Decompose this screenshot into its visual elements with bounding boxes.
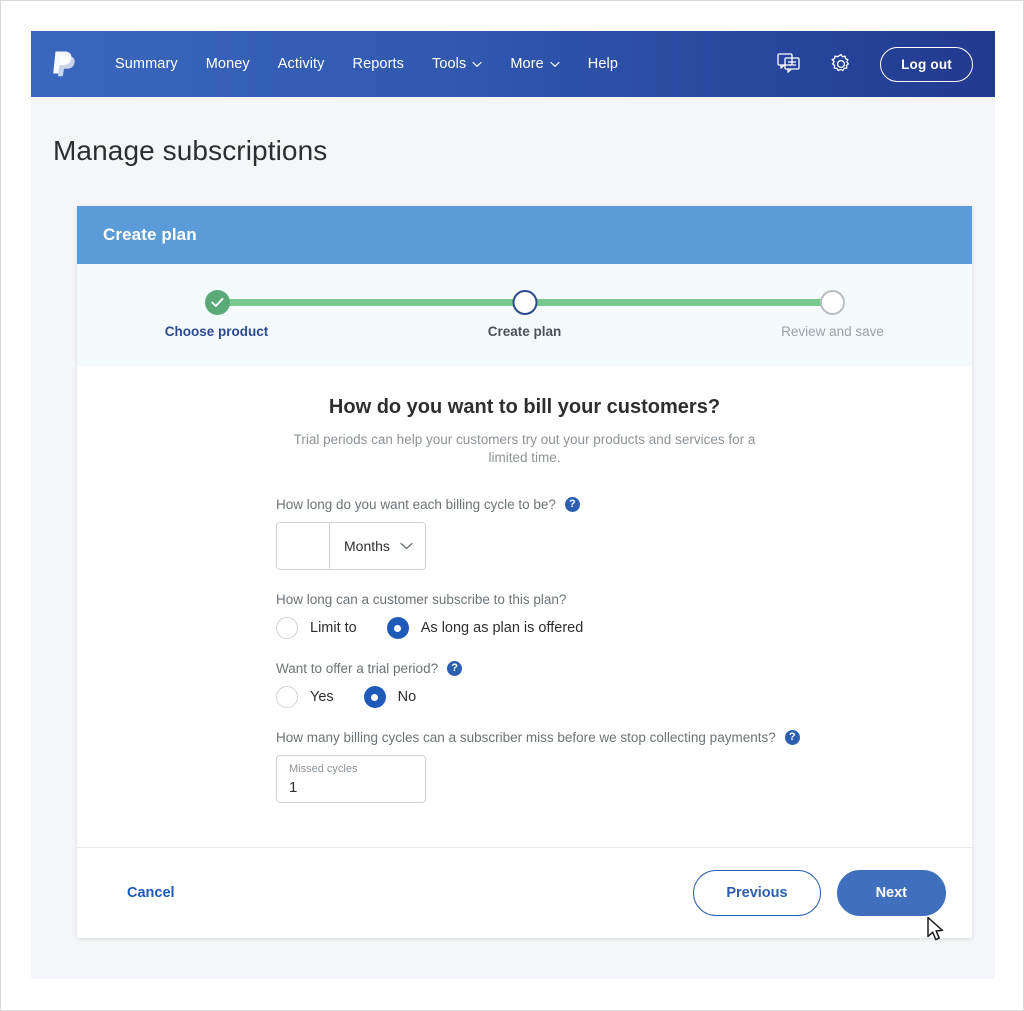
field-missed-cycles: How many billing cycles can a subscriber… (77, 730, 972, 804)
gear-icon[interactable] (828, 51, 854, 77)
chevron-down-icon (472, 61, 482, 67)
app-container: Summary Money Activity Reports Tools Mor… (31, 31, 995, 979)
nav-item-label: Help (587, 56, 619, 72)
radio-label: As long as plan is offered (420, 620, 584, 637)
radio-option-limit-to[interactable]: Limit to (276, 617, 357, 640)
chevron-down-icon (400, 543, 413, 550)
stepper-node-review-and-save[interactable] (819, 290, 845, 315)
nav-item-money[interactable]: Money (192, 48, 264, 80)
top-navigation-bar: Summary Money Activity Reports Tools Mor… (31, 31, 995, 97)
missed-cycles-field[interactable]: Missed cycles (276, 755, 426, 804)
help-icon[interactable]: ? (564, 497, 580, 513)
browser-frame: Summary Money Activity Reports Tools Mor… (0, 0, 1024, 1011)
logout-button[interactable]: Log out (880, 46, 973, 82)
subscribe-length-question: How long can a customer subscribe to thi… (276, 592, 567, 608)
billing-cycle-question: How long do you want each billing cycle … (276, 497, 556, 513)
stepper-track-area (204, 290, 845, 316)
nav-item-help[interactable]: Help (574, 48, 632, 80)
nav-item-tools[interactable]: Tools (418, 48, 496, 80)
card-body: How do you want to bill your customers? … (77, 366, 972, 848)
nav-item-label: Tools (432, 56, 467, 72)
mouse-cursor-icon (927, 917, 944, 941)
footer-buttons: Previous Next (693, 870, 946, 917)
card-header-title: Create plan (77, 206, 972, 264)
chat-bubble-icon[interactable] (776, 51, 802, 77)
trial-period-radio-group: Yes No (276, 686, 972, 709)
stepper-node-choose-product[interactable] (204, 290, 230, 315)
stepper-labels: Choose product Create plan Review and sa… (165, 324, 884, 344)
billing-cycle-question-row: How long do you want each billing cycle … (276, 497, 972, 513)
previous-button[interactable]: Previous (693, 870, 821, 917)
nav-item-activity[interactable]: Activity (264, 48, 339, 80)
radio-label: Yes (310, 689, 334, 706)
help-icon[interactable]: ? (447, 661, 463, 677)
paypal-logo-icon[interactable] (49, 47, 79, 81)
nav-item-label: Activity (277, 56, 325, 72)
nav-links: Summary Money Activity Reports Tools Mor… (101, 48, 776, 80)
nav-item-label: More (510, 56, 544, 72)
radio-button-selected[interactable] (386, 617, 409, 640)
help-icon[interactable]: ? (784, 730, 800, 746)
billing-cycle-group: Months (276, 522, 426, 571)
form-subtitle: Trial periods can help your customers tr… (293, 432, 756, 466)
missed-cycles-question: How many billing cycles can a subscriber… (276, 730, 776, 746)
form-heading: How do you want to bill your customers? (328, 396, 721, 418)
missed-cycles-input[interactable] (289, 776, 413, 796)
progress-stepper: Choose product Create plan Review and sa… (77, 264, 972, 366)
chevron-down-icon (550, 61, 560, 67)
page-title: Manage subscriptions (53, 135, 328, 166)
radio-option-as-long-as-plan-is-offered[interactable]: As long as plan is offered (386, 617, 584, 640)
nav-item-label: Reports (352, 56, 404, 72)
nav-item-more[interactable]: More (496, 48, 573, 80)
billing-cycle-number-input[interactable] (277, 523, 329, 570)
radio-button-unselected[interactable] (276, 686, 298, 709)
radio-option-yes[interactable]: Yes (276, 686, 334, 709)
missed-cycles-caption: Missed cycles (289, 763, 358, 776)
stepper-label-choose-product: Choose product (164, 324, 269, 339)
billing-cycle-unit-select[interactable]: Months (329, 523, 425, 570)
stepper-label-create-plan: Create plan (487, 324, 562, 339)
trial-period-question: Want to offer a trial period? (276, 661, 439, 677)
cancel-link[interactable]: Cancel (103, 885, 175, 901)
subscribe-length-radio-group: Limit to As long as plan is offered (276, 617, 972, 640)
nav-item-reports[interactable]: Reports (339, 48, 418, 80)
field-billing-cycle: How long do you want each billing cycle … (77, 497, 972, 571)
nav-actions: Log out (776, 46, 973, 82)
field-subscribe-length: How long can a customer subscribe to thi… (77, 592, 972, 640)
missed-cycles-question-row: How many billing cycles can a subscriber… (276, 730, 972, 746)
radio-button-unselected[interactable] (276, 617, 298, 640)
radio-label: Limit to (310, 620, 357, 637)
nav-item-label: Summary (115, 56, 178, 72)
card-footer: Cancel Previous Next (77, 847, 972, 941)
check-icon (210, 297, 223, 307)
radio-label: No (397, 689, 417, 706)
trial-period-question-row: Want to offer a trial period? ? (276, 661, 972, 677)
next-button[interactable]: Next (836, 870, 946, 917)
billing-cycle-unit-value: Months (344, 538, 390, 555)
nav-item-summary[interactable]: Summary (101, 48, 192, 80)
subscribe-length-question-row: How long can a customer subscribe to thi… (276, 592, 972, 607)
nav-item-label: Money (205, 56, 250, 72)
create-plan-card: Create plan Choose product Create plan R… (77, 206, 972, 941)
stepper-label-review-and-save: Review and save (781, 324, 884, 339)
field-trial-period: Want to offer a trial period? ? Yes No (77, 661, 972, 709)
radio-option-no[interactable]: No (363, 686, 417, 709)
stepper-node-create-plan[interactable] (512, 290, 537, 315)
radio-button-selected[interactable] (363, 686, 386, 709)
